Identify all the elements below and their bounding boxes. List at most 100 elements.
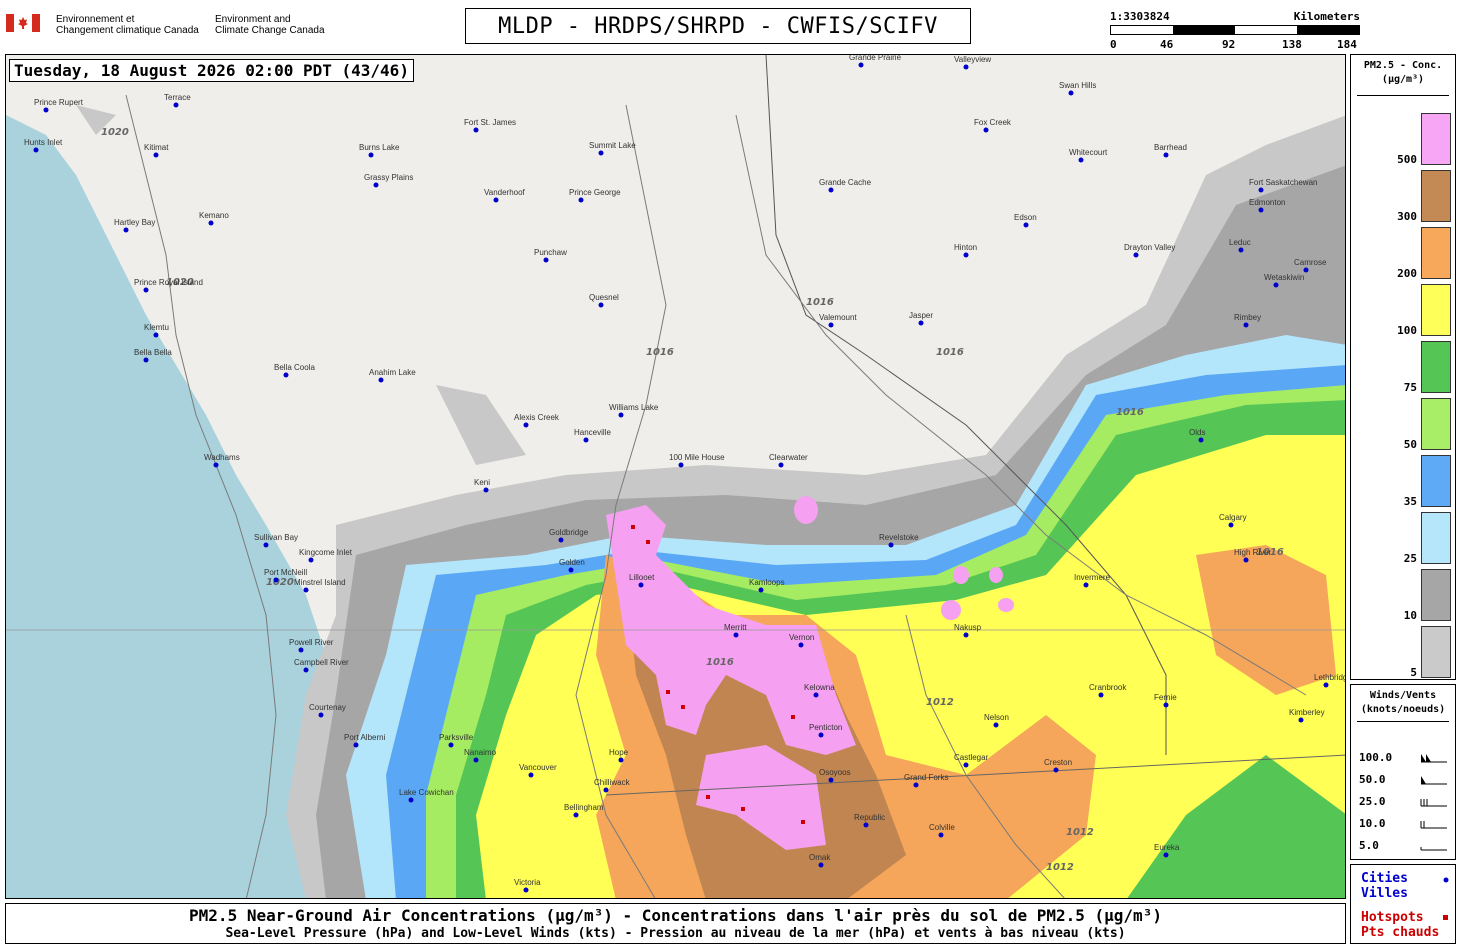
city-dot-icon — [913, 782, 919, 788]
city-label: Nanaimo — [464, 748, 497, 757]
legend-title-line-1: PM2.5 - Conc. — [1363, 60, 1443, 71]
city-dot-icon — [963, 252, 969, 258]
city-dot-icon — [858, 62, 864, 68]
scale-tick: 92 — [1222, 38, 1236, 51]
winds-legend-title: Winds/Vents (knots/noeuds) — [1351, 689, 1455, 717]
city-label: Klemtu — [144, 323, 169, 332]
city-dot-icon — [828, 777, 834, 783]
city-label: Cranbrook — [1089, 683, 1127, 692]
scale-segment — [1111, 26, 1173, 34]
city-label: Eureka — [1154, 843, 1180, 852]
isobar-label: 1020 — [101, 127, 129, 138]
city-label: Punchaw — [534, 248, 567, 257]
city-label: Powell River — [289, 638, 334, 647]
gov-fr-line-2: Changement climatique Canada — [56, 25, 199, 36]
city-dot-icon — [1443, 877, 1449, 883]
city-dot-icon — [1053, 767, 1059, 773]
wind-speed-label: 50.0 — [1359, 773, 1386, 786]
city-dot-icon — [473, 127, 479, 133]
city-dot-icon — [828, 187, 834, 193]
city-label: Invermere — [1074, 573, 1111, 582]
city-dot-icon — [1238, 247, 1244, 253]
city-label: Nakusp — [954, 623, 982, 632]
legend-swatch — [1421, 227, 1451, 279]
city-label: Hartley Bay — [114, 218, 155, 227]
legend-label: 200 — [1397, 267, 1417, 280]
wind-speed-label: 100.0 — [1359, 751, 1393, 764]
city-dot-icon — [208, 220, 214, 226]
legend-title: PM2.5 - Conc. (µg/m³) — [1351, 59, 1455, 87]
legend-label: 25 — [1403, 552, 1417, 565]
city-label: Vernon — [789, 633, 814, 642]
city-dot-icon — [483, 487, 489, 493]
scale-segment — [1173, 26, 1235, 34]
city-dot-icon — [598, 302, 604, 308]
city-label: Vanderhoof — [484, 188, 526, 197]
isobar-label: 1020 — [266, 577, 294, 588]
hotspot-square-icon — [1443, 915, 1448, 920]
city-label: Revelstoke — [879, 533, 919, 542]
city-dot-icon — [863, 822, 869, 828]
winds-title-line-2: (knots/noeuds) — [1360, 704, 1446, 715]
city-label: Hinton — [954, 243, 977, 252]
legend-swatch — [1421, 284, 1451, 336]
legend-swatch — [1421, 512, 1451, 564]
city-dot-icon — [473, 757, 479, 763]
city-dot-icon — [798, 642, 804, 648]
city-label: High River — [1234, 548, 1272, 557]
city-label: Quesnel — [589, 293, 619, 302]
city-label: Castlegar — [954, 753, 989, 762]
city-dot-icon — [558, 537, 564, 543]
wind-speed-label: 5.0 — [1359, 839, 1379, 852]
legend-label: 35 — [1403, 495, 1417, 508]
city-label: Prince George — [569, 188, 621, 197]
city-label: Kelowna — [804, 683, 835, 692]
map-caption: PM2.5 Near-Ground Air Concentrations (µg… — [5, 903, 1346, 944]
city-dot-icon — [573, 812, 579, 818]
city-dot-icon — [813, 692, 819, 698]
city-label: Fernie — [1154, 693, 1177, 702]
legend-swatch — [1421, 113, 1451, 165]
city-label: Vancouver — [519, 763, 557, 772]
city-label: Hope — [609, 748, 629, 757]
city-dot-icon — [303, 587, 309, 593]
city-label: Bella Coola — [274, 363, 315, 372]
city-dot-icon — [983, 127, 989, 133]
wind-barb-icon — [1421, 754, 1447, 763]
scale-tick: 46 — [1160, 38, 1174, 51]
city-dot-icon — [493, 197, 499, 203]
canada-flag-icon — [6, 14, 40, 32]
city-dot-icon — [778, 462, 784, 468]
city-dot-icon — [678, 462, 684, 468]
city-dot-icon — [618, 412, 624, 418]
wind-barb-icon — [1420, 821, 1447, 829]
city-dot-icon — [888, 542, 894, 548]
city-label: Camrose — [1294, 258, 1327, 267]
city-label: Lake Cowichan — [399, 788, 454, 797]
legend-label: 300 — [1397, 210, 1417, 223]
legend-swatch — [1421, 170, 1451, 222]
isobar-label: 1016 — [1116, 407, 1144, 418]
city-label: Grande Prairie — [849, 55, 902, 62]
winds-title-line-1: Winds/Vents — [1369, 690, 1437, 701]
city-dot-icon — [938, 832, 944, 838]
hotspots-key-en: Hotspots — [1361, 910, 1424, 925]
city-label: Golden — [559, 558, 585, 567]
city-label: Victoria — [514, 878, 541, 887]
city-label: Edson — [1014, 213, 1037, 222]
legend-swatch — [1421, 569, 1451, 621]
map-canvas[interactable]: 1020 1020 1020 1016 1016 1016 1016 1016 … — [5, 54, 1346, 899]
city-label: Leduc — [1229, 238, 1251, 247]
legend-swatch — [1421, 455, 1451, 507]
city-dot-icon — [1258, 207, 1264, 213]
city-dot-icon — [583, 437, 589, 443]
city-dot-icon — [153, 152, 159, 158]
city-dot-icon — [1258, 187, 1264, 193]
city-dot-icon — [523, 887, 529, 893]
city-label: Jasper — [909, 311, 933, 320]
city-dot-icon — [543, 257, 549, 263]
city-label: Barrhead — [1154, 143, 1187, 152]
city-dot-icon — [213, 462, 219, 468]
city-dot-icon — [283, 372, 289, 378]
city-label: Grassy Plains — [364, 173, 413, 182]
